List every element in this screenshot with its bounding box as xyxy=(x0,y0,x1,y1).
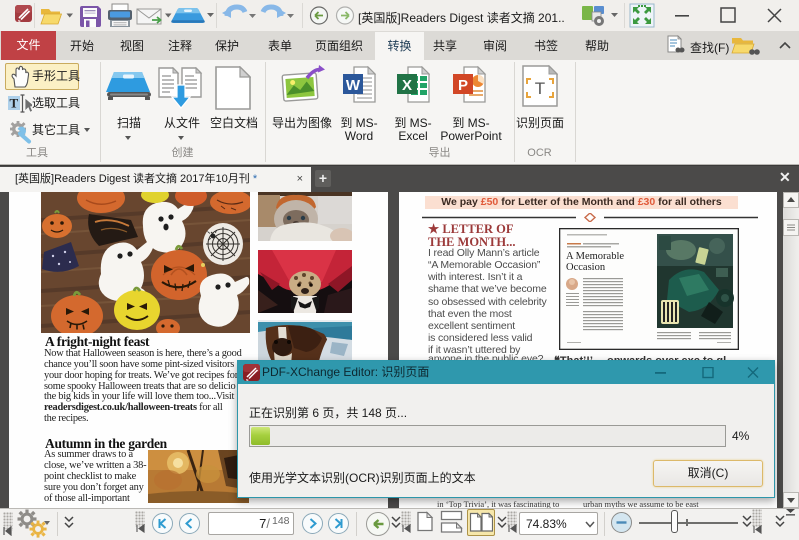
svg-text:W: W xyxy=(346,77,361,94)
svg-text:Occasion: Occasion xyxy=(566,262,606,273)
svg-text:P: P xyxy=(458,77,468,94)
svg-text:T: T xyxy=(10,96,19,111)
svg-text:T: T xyxy=(535,79,545,98)
svg-text:X: X xyxy=(402,77,412,94)
svg-text:A Memorable: A Memorable xyxy=(566,251,624,262)
